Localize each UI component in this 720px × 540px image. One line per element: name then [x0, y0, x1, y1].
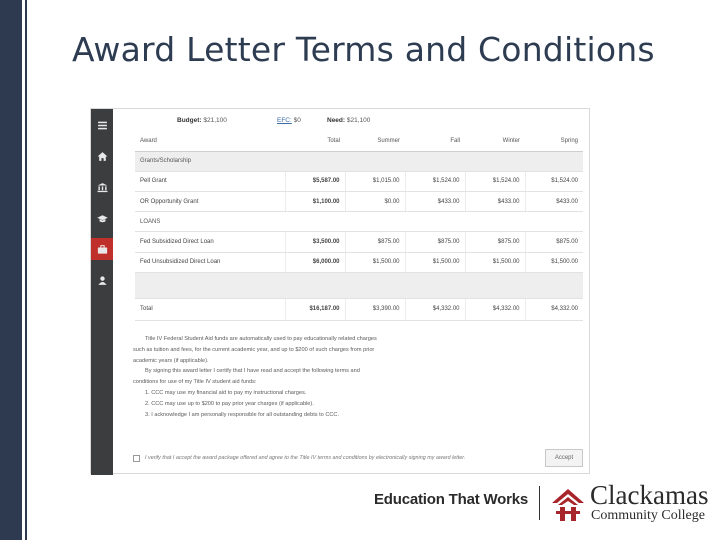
college-logo-icon: [552, 489, 584, 521]
budget-value: $21,100: [203, 117, 227, 124]
efc-summary-item: EFC: $0: [277, 117, 301, 124]
total-cell: $3,390.00: [344, 298, 405, 321]
bank-icon[interactable]: [91, 176, 113, 198]
terms-text: Title IV Federal Student Aid funds are a…: [133, 334, 573, 420]
spacer-cell: [135, 272, 583, 299]
terms-line: Title IV Federal Student Aid funds are a…: [145, 336, 377, 342]
budget-label: Budget:: [177, 117, 202, 124]
amount-cell: $1,524.00: [524, 171, 583, 193]
graduation-cap-icon[interactable]: [91, 207, 113, 229]
table-row: Pell Grant $5,587.00 $1,015.00 $1,524.00…: [135, 171, 583, 193]
terms-line: such as tuition and fees, for the curren…: [133, 346, 375, 353]
total-cell: $4,332.00: [464, 298, 525, 321]
spacer-row: [135, 272, 583, 299]
amount-cell: $433.00: [464, 191, 525, 213]
total-label: Total: [135, 298, 285, 321]
amount-cell: $1,524.00: [464, 171, 525, 193]
college-subtitle: Community College: [591, 508, 705, 523]
college-name: Clackamas: [590, 480, 709, 510]
column-header: Spring: [525, 131, 583, 152]
amount-cell: $433.00: [404, 191, 465, 213]
amount-cell: $3,500.00: [284, 231, 345, 253]
budget-summary-item: Budget: $21,100: [177, 117, 227, 124]
award-name: Fed Unsubsidized Direct Loan: [135, 252, 285, 273]
award-letter-screenshot: Budget: $21,100 EFC: $0 Need: $21,100 Aw…: [90, 108, 591, 475]
amount-cell: $1,015.00: [344, 171, 405, 193]
column-header: Summer: [345, 131, 405, 152]
total-cell: $4,332.00: [404, 298, 465, 321]
section-title: LOANS: [135, 211, 583, 233]
amount-cell: $1,524.00: [404, 171, 465, 193]
column-header: Winter: [465, 131, 525, 152]
column-header: Total: [285, 131, 345, 152]
amount-cell: $433.00: [524, 191, 583, 213]
section-row: LOANS: [135, 211, 583, 233]
briefcase-icon[interactable]: [91, 238, 113, 260]
total-row: Total $16,187.00 $3,390.00 $4,332.00 $4,…: [135, 298, 583, 321]
award-name: OR Opportunity Grant: [135, 191, 285, 213]
amount-cell: $875.00: [344, 231, 405, 253]
accept-terms-row: I verify that I accept the award package…: [133, 452, 583, 468]
terms-list-item: 3. I acknowledge I am personally respons…: [145, 411, 340, 418]
table-row: Fed Unsubsidized Direct Loan $6,000.00 $…: [135, 252, 583, 273]
terms-line: By signing this award letter I certify t…: [145, 368, 360, 375]
home-icon[interactable]: [91, 145, 113, 167]
amount-cell: $875.00: [524, 231, 583, 253]
section-title: Grants/Scholarship: [135, 151, 583, 172]
table-row: OR Opportunity Grant $1,100.00 $0.00 $43…: [135, 191, 583, 213]
table-row: Fed Subsidized Direct Loan $3,500.00 $87…: [135, 231, 583, 253]
footer-divider: [539, 486, 540, 520]
need-summary-item: Need: $21,100: [327, 117, 370, 124]
amount-cell: $1,500.00: [404, 252, 465, 273]
amount-cell: $875.00: [464, 231, 525, 253]
section-row: Grants/Scholarship: [135, 151, 583, 172]
total-cell: $16,187.00: [284, 298, 345, 321]
tagline: Education That Works: [374, 491, 529, 508]
amount-cell: $875.00: [404, 231, 465, 253]
amount-cell: $1,500.00: [524, 252, 583, 273]
accept-checkbox[interactable]: [133, 455, 140, 462]
column-header: Fall: [405, 131, 465, 152]
amount-cell: $1,500.00: [464, 252, 525, 273]
need-label: Need:: [327, 117, 346, 124]
left-accent-bar: [0, 0, 22, 540]
column-header: Award: [135, 131, 285, 152]
accept-checkbox-label[interactable]: I verify that I accept the award package…: [145, 455, 465, 461]
total-cell: $4,332.00: [524, 298, 583, 321]
award-name: Fed Subsidized Direct Loan: [135, 231, 285, 253]
award-name: Pell Grant: [135, 171, 285, 193]
amount-cell: $0.00: [344, 191, 405, 213]
sidebar: [91, 109, 113, 475]
person-icon[interactable]: [91, 269, 113, 291]
award-table: Award Total Summer Fall Winter Spring Gr…: [135, 131, 583, 321]
need-value: $21,100: [346, 117, 371, 124]
budget-summary: Budget: $21,100 EFC: $0 Need: $21,100: [113, 109, 591, 131]
efc-link[interactable]: EFC:: [277, 117, 292, 124]
terms-line: academic years (if applicable).: [133, 357, 209, 364]
terms-list-item: 2. CCC may use up to $200 to pay prior y…: [145, 400, 314, 407]
amount-cell: $1,100.00: [284, 191, 345, 213]
efc-value: $0: [293, 117, 301, 124]
accept-button[interactable]: Accept: [545, 449, 583, 467]
left-accent-line: [25, 0, 27, 540]
slide-title: Award Letter Terms and Conditions: [72, 30, 655, 69]
amount-cell: $5,587.00: [284, 171, 345, 193]
table-header-row: Award Total Summer Fall Winter Spring: [135, 131, 583, 152]
amount-cell: $6,000.00: [284, 252, 345, 273]
menu-icon[interactable]: [91, 114, 113, 136]
terms-list-item: 1. CCC may use my financial aid to pay m…: [145, 389, 307, 396]
amount-cell: $1,500.00: [344, 252, 405, 273]
terms-line: conditions for use of my Title IV studen…: [133, 379, 257, 386]
